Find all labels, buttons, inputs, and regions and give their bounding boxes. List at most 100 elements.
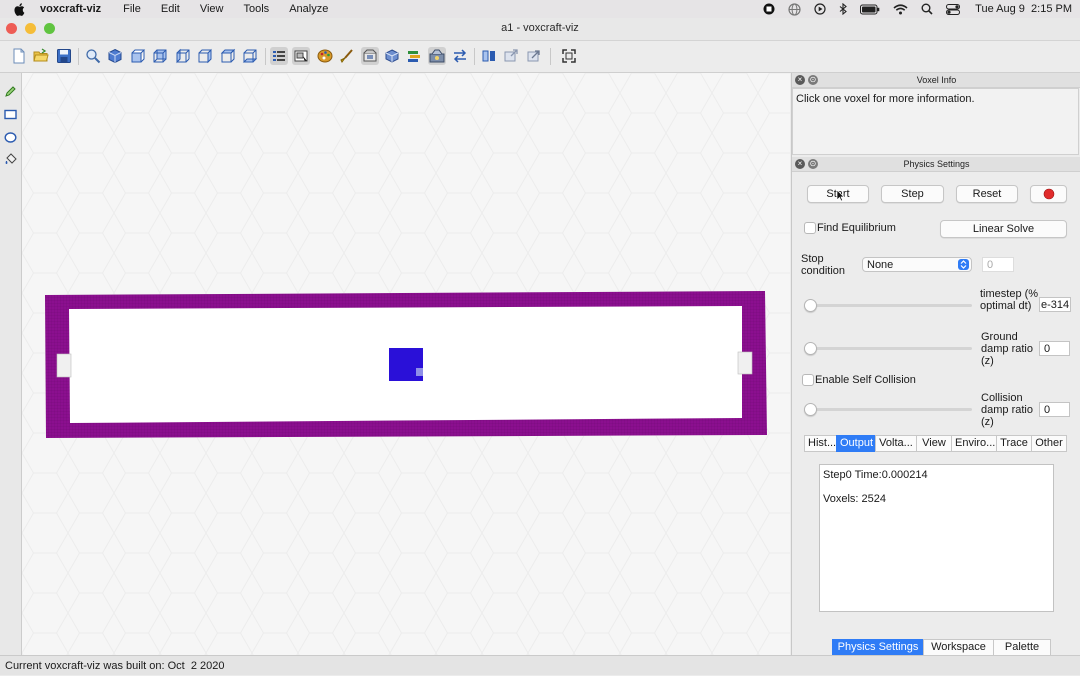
apple-logo-icon[interactable] bbox=[13, 2, 29, 16]
find-equilibrium-checkbox[interactable] bbox=[804, 222, 816, 234]
tab-workspace[interactable]: Workspace bbox=[923, 639, 994, 656]
timestep-label: timestep (% optimal dt) bbox=[980, 288, 1039, 312]
3d-viewport[interactable] bbox=[22, 73, 790, 655]
cube-icon[interactable] bbox=[384, 48, 400, 64]
tab-history[interactable]: Hist... bbox=[804, 435, 837, 452]
ground-damp-slider-knob[interactable] bbox=[804, 342, 817, 355]
collision-damp-field[interactable]: 0 bbox=[1039, 402, 1070, 417]
app-menu[interactable]: voxcraft-viz bbox=[40, 3, 101, 15]
dock-panels: × ⊙ Voxel Info Click one voxel for more … bbox=[791, 73, 1080, 656]
menu-view[interactable]: View bbox=[200, 3, 224, 15]
search-icon[interactable] bbox=[921, 3, 933, 15]
tool-palette bbox=[0, 73, 22, 655]
voxel-block[interactable] bbox=[389, 348, 423, 381]
menu-file[interactable]: File bbox=[123, 3, 141, 15]
globe-icon[interactable] bbox=[788, 2, 801, 16]
layer-icon[interactable] bbox=[361, 47, 379, 65]
timestep-slider-track[interactable] bbox=[809, 304, 972, 307]
output-log[interactable]: Step0 Time:0.000214 Voxels: 2524 bbox=[819, 464, 1054, 612]
list-icon[interactable] bbox=[270, 47, 288, 65]
view-bottom-icon[interactable] bbox=[242, 48, 258, 64]
bluetooth-icon[interactable] bbox=[839, 3, 848, 15]
tab-trace[interactable]: Trace bbox=[996, 435, 1032, 452]
view-back-icon[interactable] bbox=[152, 48, 168, 64]
stop-condition-number[interactable]: 0 bbox=[982, 257, 1014, 272]
timestep-field[interactable]: e-314 bbox=[1039, 297, 1071, 312]
brush-icon[interactable] bbox=[339, 48, 355, 64]
palette-icon[interactable] bbox=[317, 48, 333, 64]
save-icon[interactable] bbox=[56, 48, 72, 64]
menu-analyze[interactable]: Analyze bbox=[289, 3, 328, 15]
pencil-icon[interactable] bbox=[4, 85, 17, 98]
menubar-clock[interactable]: Tue Aug 9 2:15 PM bbox=[975, 3, 1072, 15]
tab-physics-settings[interactable]: Physics Settings bbox=[832, 639, 924, 656]
menu-tools[interactable]: Tools bbox=[244, 3, 270, 15]
settings-icon[interactable] bbox=[428, 47, 446, 65]
fullscreen-icon[interactable] bbox=[561, 48, 577, 64]
play-circle-icon[interactable] bbox=[814, 3, 826, 15]
select-arrows-icon bbox=[958, 259, 969, 270]
bucket-icon[interactable] bbox=[4, 153, 17, 166]
menu-edit[interactable]: Edit bbox=[161, 3, 180, 15]
view-iso-icon[interactable] bbox=[107, 48, 123, 64]
macos-menubar: voxcraft-viz File Edit View Tools Analyz… bbox=[0, 0, 1080, 18]
arrows-icon[interactable] bbox=[452, 48, 468, 64]
collision-damp-slider-knob[interactable] bbox=[804, 403, 817, 416]
status-text: Current voxcraft-viz was built on: Oct 2… bbox=[5, 660, 225, 672]
export-icon[interactable] bbox=[503, 48, 519, 64]
record-dot-icon bbox=[1043, 188, 1054, 200]
stop-condition-select[interactable]: None bbox=[862, 257, 972, 272]
rectangle-icon[interactable] bbox=[4, 108, 17, 121]
wifi-icon[interactable] bbox=[893, 3, 908, 15]
main-toolbar bbox=[0, 41, 1080, 73]
close-dock-icon[interactable]: × bbox=[795, 75, 805, 85]
import-icon[interactable] bbox=[481, 48, 497, 64]
step-button[interactable]: Step bbox=[881, 185, 944, 203]
view-front-icon[interactable] bbox=[130, 48, 146, 64]
voxel-info-title: Voxel Info bbox=[916, 75, 957, 85]
tab-environment[interactable]: Enviro... bbox=[951, 435, 997, 452]
window-title: a1 - voxcraft-viz bbox=[501, 22, 579, 34]
status-bar: Current voxcraft-viz was built on: Oct 2… bbox=[0, 655, 1080, 675]
link-icon[interactable] bbox=[526, 48, 542, 64]
record-button[interactable] bbox=[1030, 185, 1067, 203]
new-file-icon[interactable] bbox=[11, 48, 27, 64]
view-left-icon[interactable] bbox=[175, 48, 191, 64]
tab-view[interactable]: View bbox=[916, 435, 952, 452]
tab-palette[interactable]: Palette bbox=[993, 639, 1051, 656]
voxel-info-titlebar: × ⊙ Voxel Info bbox=[792, 73, 1080, 88]
linear-solve-button[interactable]: Linear Solve bbox=[940, 220, 1067, 238]
screen-record-icon[interactable] bbox=[763, 3, 775, 15]
zoom-icon[interactable] bbox=[85, 48, 101, 64]
physics-settings-titlebar: × ⊙ Physics Settings bbox=[792, 157, 1080, 172]
stop-condition-value: None bbox=[867, 259, 894, 271]
collision-damp-slider-track[interactable] bbox=[809, 408, 972, 411]
ground-damp-slider-track[interactable] bbox=[809, 347, 972, 350]
voxel-scene[interactable] bbox=[22, 73, 790, 655]
self-collision-checkbox[interactable] bbox=[802, 374, 814, 386]
window-titlebar: a1 - voxcraft-viz bbox=[0, 18, 1080, 41]
tab-output[interactable]: Output bbox=[836, 435, 876, 452]
physics-settings-title: Physics Settings bbox=[903, 159, 970, 169]
battery-icon[interactable] bbox=[860, 4, 880, 15]
stop-condition-label: Stop condition bbox=[801, 253, 846, 277]
close-dock-icon[interactable]: × bbox=[795, 159, 805, 169]
control-center-icon[interactable] bbox=[946, 3, 961, 15]
view-right-icon[interactable] bbox=[197, 48, 213, 64]
float-dock-icon[interactable]: ⊙ bbox=[808, 159, 818, 169]
reset-button[interactable]: Reset bbox=[956, 185, 1018, 203]
layers-icon[interactable] bbox=[406, 48, 422, 64]
physics-subtabs: Hist... Output Volta... View Enviro... T… bbox=[804, 435, 1067, 452]
output-voxels-line: Voxels: 2524 bbox=[823, 493, 886, 505]
ground-damp-field[interactable]: 0 bbox=[1039, 341, 1070, 356]
dock-tabs: Physics Settings Workspace Palette bbox=[832, 639, 1051, 656]
float-dock-icon[interactable]: ⊙ bbox=[808, 75, 818, 85]
select-icon[interactable] bbox=[292, 47, 310, 65]
voxel-info-message: Click one voxel for more information. bbox=[796, 93, 975, 105]
tab-other[interactable]: Other bbox=[1031, 435, 1067, 452]
timestep-slider-knob[interactable] bbox=[804, 299, 817, 312]
open-folder-icon[interactable] bbox=[33, 48, 49, 64]
circle-icon[interactable] bbox=[4, 131, 17, 144]
tab-voltage[interactable]: Volta... bbox=[875, 435, 917, 452]
view-top-icon[interactable] bbox=[220, 48, 236, 64]
